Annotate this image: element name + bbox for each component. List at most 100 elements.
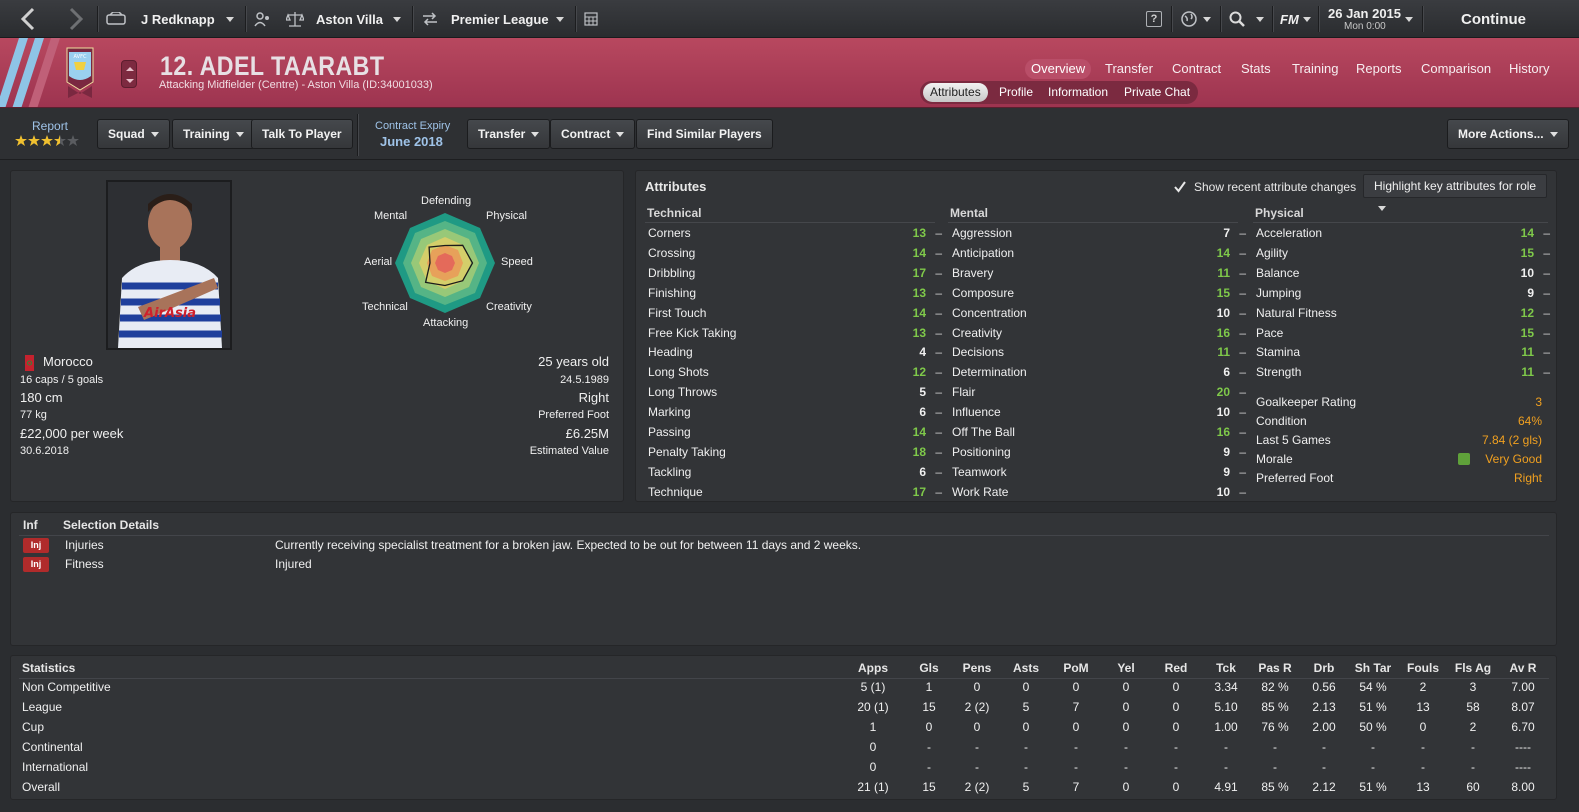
injury-badge[interactable]: Inj (23, 557, 49, 572)
attribute-row[interactable]: Jumping 9– (1256, 283, 1552, 303)
tab-transfer[interactable]: Transfer (1099, 59, 1159, 79)
attribute-row[interactable]: Strength 11– (1256, 362, 1552, 382)
attribute-value: 10 (1520, 265, 1534, 280)
date-of-birth: 24.5.1989 (560, 374, 609, 386)
attribute-row[interactable]: Finishing 13– (648, 283, 944, 303)
attribute-name: Influence (952, 405, 1001, 420)
forward-icon[interactable] (66, 0, 86, 38)
attribute-row[interactable]: Long Throws 5– (648, 382, 944, 402)
show-changes-label[interactable]: Show recent attribute changes (1194, 180, 1356, 194)
attribute-row[interactable]: Decisions 11– (952, 342, 1248, 362)
attribute-row[interactable]: Bravery 11– (952, 263, 1248, 283)
attribute-row[interactable]: Natural Fitness 12– (1256, 303, 1552, 323)
attribute-row[interactable]: Penalty Taking 18– (648, 442, 944, 462)
attribute-name: Marking (648, 405, 691, 420)
nationality[interactable]: Morocco (43, 354, 93, 369)
attribute-row[interactable]: Off The Ball 16– (952, 422, 1248, 442)
transfer-button[interactable]: Transfer (467, 119, 551, 149)
attribute-row[interactable]: Creativity 16– (952, 323, 1248, 343)
report-label[interactable]: Report (32, 119, 68, 133)
attribute-row[interactable]: Pace 15– (1256, 323, 1552, 343)
more-actions-button[interactable]: More Actions... (1447, 119, 1569, 149)
calendar-icon[interactable] (584, 0, 598, 38)
manager-dropdown[interactable] (226, 0, 234, 38)
attribute-row[interactable]: Teamwork 9– (952, 462, 1248, 482)
attribute-row[interactable]: Stamina 11– (1256, 342, 1552, 362)
tab-training[interactable]: Training (1286, 59, 1344, 79)
inf-column-heading: Inf (23, 518, 38, 532)
training-button[interactable]: Training (172, 119, 255, 149)
tab-overview[interactable]: Overview (1025, 59, 1092, 79)
report-stars[interactable] (15, 134, 79, 151)
injury-badge[interactable]: Inj (23, 538, 49, 553)
stat-column-header[interactable]: Apps (843, 661, 903, 675)
attribute-row[interactable]: Flair 20– (952, 382, 1248, 402)
summary-value: 3 (1535, 395, 1542, 409)
subtab-profile[interactable]: Profile (992, 83, 1040, 102)
tab-stats[interactable]: Stats (1235, 59, 1277, 79)
attribute-row[interactable]: First Touch 14– (648, 303, 944, 323)
attribute-row[interactable]: Tackling 6– (648, 462, 944, 482)
checkmark-icon[interactable] (1173, 180, 1187, 197)
club-name[interactable]: Aston Villa (316, 0, 383, 38)
current-date[interactable]: 26 Jan 2015 (1328, 6, 1401, 21)
continue-button[interactable]: Continue (1461, 0, 1526, 38)
radar-label-mental: Mental (374, 210, 408, 222)
tab-comparison[interactable]: Comparison (1415, 59, 1497, 79)
tab-reports[interactable]: Reports (1350, 59, 1408, 79)
back-icon[interactable] (18, 0, 38, 38)
attribute-trend-indicator: – (1239, 285, 1246, 300)
fm-menu-icon[interactable]: FM (1280, 0, 1299, 38)
contract-expiry-label: Contract Expiry (375, 120, 451, 132)
tab-history[interactable]: History (1503, 59, 1555, 79)
attribute-row[interactable]: Heading 4– (648, 342, 944, 362)
attribute-row[interactable]: Long Shots 12– (648, 362, 944, 382)
attribute-row[interactable]: Determination 6– (952, 362, 1248, 382)
attribute-row[interactable]: Free Kick Taking 13– (648, 323, 944, 343)
attribute-row[interactable]: Positioning 9– (952, 442, 1248, 462)
competition-name[interactable]: Premier League (451, 0, 549, 38)
club-dropdown[interactable] (393, 0, 401, 38)
attribute-row[interactable]: Marking 6– (648, 402, 944, 422)
attribute-row[interactable]: Corners 13– (648, 223, 944, 243)
attribute-row[interactable]: Anticipation 14– (952, 243, 1248, 263)
stat-column-header[interactable]: Av R (1493, 661, 1553, 675)
attribute-name: Off The Ball (952, 425, 1015, 439)
competition-dropdown[interactable] (556, 0, 564, 38)
attribute-row[interactable]: Work Rate 10– (952, 482, 1248, 502)
help-icon[interactable]: ? (1146, 0, 1162, 38)
fm-dropdown[interactable] (1303, 0, 1311, 38)
attribute-row[interactable]: Aggression 7– (952, 223, 1248, 243)
attribute-row[interactable]: Concentration 10– (952, 303, 1248, 323)
attribute-row[interactable]: Influence 10– (952, 402, 1248, 422)
globe-icon[interactable] (1180, 0, 1198, 38)
talk-to-player-button[interactable]: Talk To Player (251, 119, 353, 149)
search-icon[interactable] (1229, 0, 1245, 38)
attribute-row[interactable]: Balance 10– (1256, 263, 1552, 283)
player-switch-arrows[interactable] (121, 60, 137, 88)
date-dropdown[interactable] (1405, 0, 1413, 38)
tab-contract[interactable]: Contract (1166, 59, 1227, 79)
attribute-row[interactable]: Acceleration 14– (1256, 223, 1552, 243)
summary-row: Last 5 Games 7.84 (2 gls) (1256, 430, 1542, 450)
attribute-row[interactable]: Crossing 14– (648, 243, 944, 263)
attribute-trend-indicator: – (935, 444, 942, 459)
subtab-information[interactable]: Information (1041, 83, 1115, 102)
attribute-row[interactable]: Technique 17– (648, 482, 944, 502)
attribute-row[interactable]: Dribbling 17– (648, 263, 944, 283)
attribute-trend-indicator: – (935, 385, 942, 400)
globe-dropdown[interactable] (1203, 0, 1211, 38)
subtab-attributes[interactable]: Attributes (923, 83, 988, 102)
subtab-private-chat[interactable]: Private Chat (1117, 83, 1197, 102)
manager-name[interactable]: J Redknapp (141, 0, 215, 38)
attribute-row[interactable]: Composure 15– (952, 283, 1248, 303)
find-similar-players-button[interactable]: Find Similar Players (636, 119, 773, 149)
wage: £22,000 per week (20, 426, 124, 441)
highlight-attributes-dropdown[interactable]: Highlight key attributes for role (1363, 174, 1547, 212)
staff-icon[interactable] (254, 0, 272, 38)
search-dropdown[interactable] (1256, 0, 1264, 38)
contract-button[interactable]: Contract (550, 119, 636, 149)
squad-button[interactable]: Squad (97, 119, 170, 149)
attribute-row[interactable]: Passing 14– (648, 422, 944, 442)
attribute-row[interactable]: Agility 15– (1256, 243, 1552, 263)
